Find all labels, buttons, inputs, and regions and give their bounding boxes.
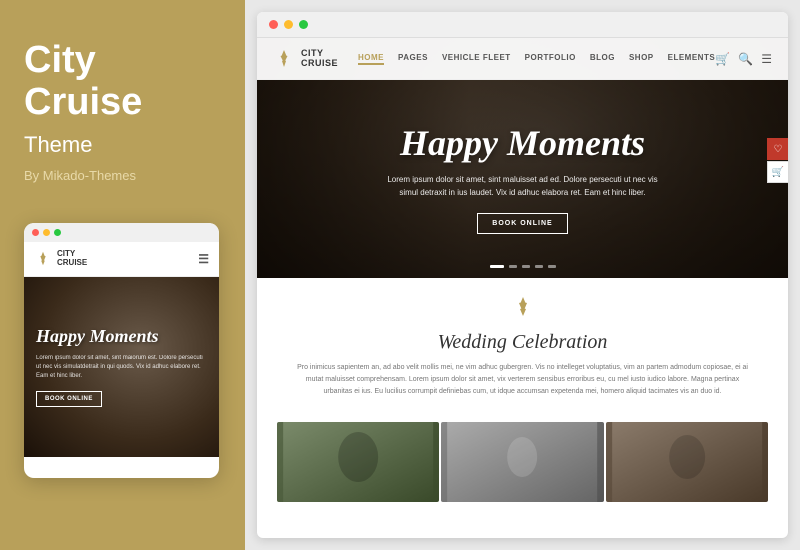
nav-link-pages[interactable]: PAGES (398, 53, 428, 65)
right-panel: CITY CRUISE HOME PAGES VEHICLE FLEET POR… (245, 0, 800, 550)
left-panel: City Cruise Theme By Mikado-Themes CITY … (0, 0, 245, 550)
floating-cart-icon[interactable]: 🛒 (767, 161, 788, 183)
wedding-logo-icon (509, 294, 537, 322)
photo-cell-2 (441, 422, 603, 502)
hero-dot-2[interactable] (509, 265, 517, 268)
browser-dot-yellow (284, 20, 293, 29)
mobile-hero-title: Happy Moments (36, 326, 159, 348)
site-nav: CITY CRUISE HOME PAGES VEHICLE FLEET POR… (257, 38, 788, 80)
mobile-hero-text: Lorem ipsum dolor sit amet, sint maiorum… (36, 354, 207, 381)
browser-dot-red (269, 20, 278, 29)
mobile-book-button[interactable]: BOOK ONLINE (36, 391, 102, 407)
mobile-browser-bar (24, 223, 219, 242)
browser-window: CITY CRUISE HOME PAGES VEHICLE FLEET POR… (257, 12, 788, 538)
hero-dot-3[interactable] (522, 265, 530, 268)
mobile-logo-line2: CRUISE (57, 259, 87, 268)
wedding-section-title: Wedding Celebration (277, 331, 768, 354)
hero-dots (490, 265, 556, 268)
site-logo-text: CITY CRUISE (301, 49, 338, 69)
mobile-logo-text: CITY CRUISE (57, 250, 87, 268)
cart-icon[interactable]: 🛒 (715, 52, 730, 66)
site-hero-title: Happy Moments (400, 122, 645, 164)
mobile-hero-content: Happy Moments Lorem ipsum dolor sit amet… (24, 277, 219, 457)
photo-grid (257, 422, 788, 502)
browser-dot-green (299, 20, 308, 29)
photo-img-2 (441, 422, 603, 502)
title-line2: Cruise (24, 81, 142, 123)
nav-link-vehicle-fleet[interactable]: VEHICLE FLEET (442, 53, 511, 65)
photo-img-3 (606, 422, 768, 502)
menu-icon[interactable]: ☰ (761, 52, 772, 66)
site-logo: CITY CRUISE (273, 48, 338, 70)
mobile-hero: Happy Moments Lorem ipsum dolor sit amet… (24, 277, 219, 457)
photo-img-1 (277, 422, 439, 502)
nav-link-elements[interactable]: ELEMENTS (668, 53, 716, 65)
mobile-dot-red (32, 229, 39, 236)
browser-bar (257, 12, 788, 38)
mobile-dot-green (54, 229, 61, 236)
nav-link-blog[interactable]: BLOG (590, 53, 615, 65)
hero-dot-1[interactable] (490, 265, 504, 268)
mobile-logo: CITY CRUISE (34, 250, 87, 268)
photo-cell-1 (277, 422, 439, 502)
mobile-preview: CITY CRUISE ☰ Happy Moments Lorem ipsum … (24, 223, 219, 478)
wedding-icon (277, 294, 768, 327)
product-title: City Cruise (24, 40, 221, 124)
mobile-dot-yellow (43, 229, 50, 236)
site-logo-icon (273, 48, 295, 70)
mobile-hamburger-icon[interactable]: ☰ (198, 252, 209, 266)
wedding-section-text: Pro inimicus sapientem an, ad abo velit … (293, 362, 753, 398)
nav-link-portfolio[interactable]: PORTFOLIO (525, 53, 576, 65)
floating-heart-icon[interactable]: ♡ (767, 138, 788, 160)
nav-link-home[interactable]: HOME (358, 53, 384, 65)
site-hero-text: Lorem ipsum dolor sit amet, sint maluiss… (383, 174, 663, 200)
site-book-button[interactable]: BOOK ONLINE (477, 213, 567, 234)
hero-dot-4[interactable] (535, 265, 543, 268)
product-author: By Mikado-Themes (24, 168, 221, 183)
nav-link-shop[interactable]: SHOP (629, 53, 654, 65)
photo-cell-3 (606, 422, 768, 502)
site-nav-links: HOME PAGES VEHICLE FLEET PORTFOLIO BLOG … (358, 53, 715, 65)
mobile-logo-icon (34, 250, 52, 268)
product-subtitle: Theme (24, 132, 221, 158)
hero-dot-5[interactable] (548, 265, 556, 268)
browser-content: CITY CRUISE HOME PAGES VEHICLE FLEET POR… (257, 38, 788, 538)
title-line1: City (24, 39, 96, 81)
wedding-section: Wedding Celebration Pro inimicus sapient… (257, 278, 788, 422)
floating-icons: ♡ 🛒 (767, 138, 788, 183)
mobile-nav: CITY CRUISE ☰ (24, 242, 219, 277)
site-logo-line2: CRUISE (301, 59, 338, 69)
search-icon[interactable]: 🔍 (738, 52, 753, 66)
site-nav-icons: 🛒 🔍 ☰ (715, 52, 772, 66)
